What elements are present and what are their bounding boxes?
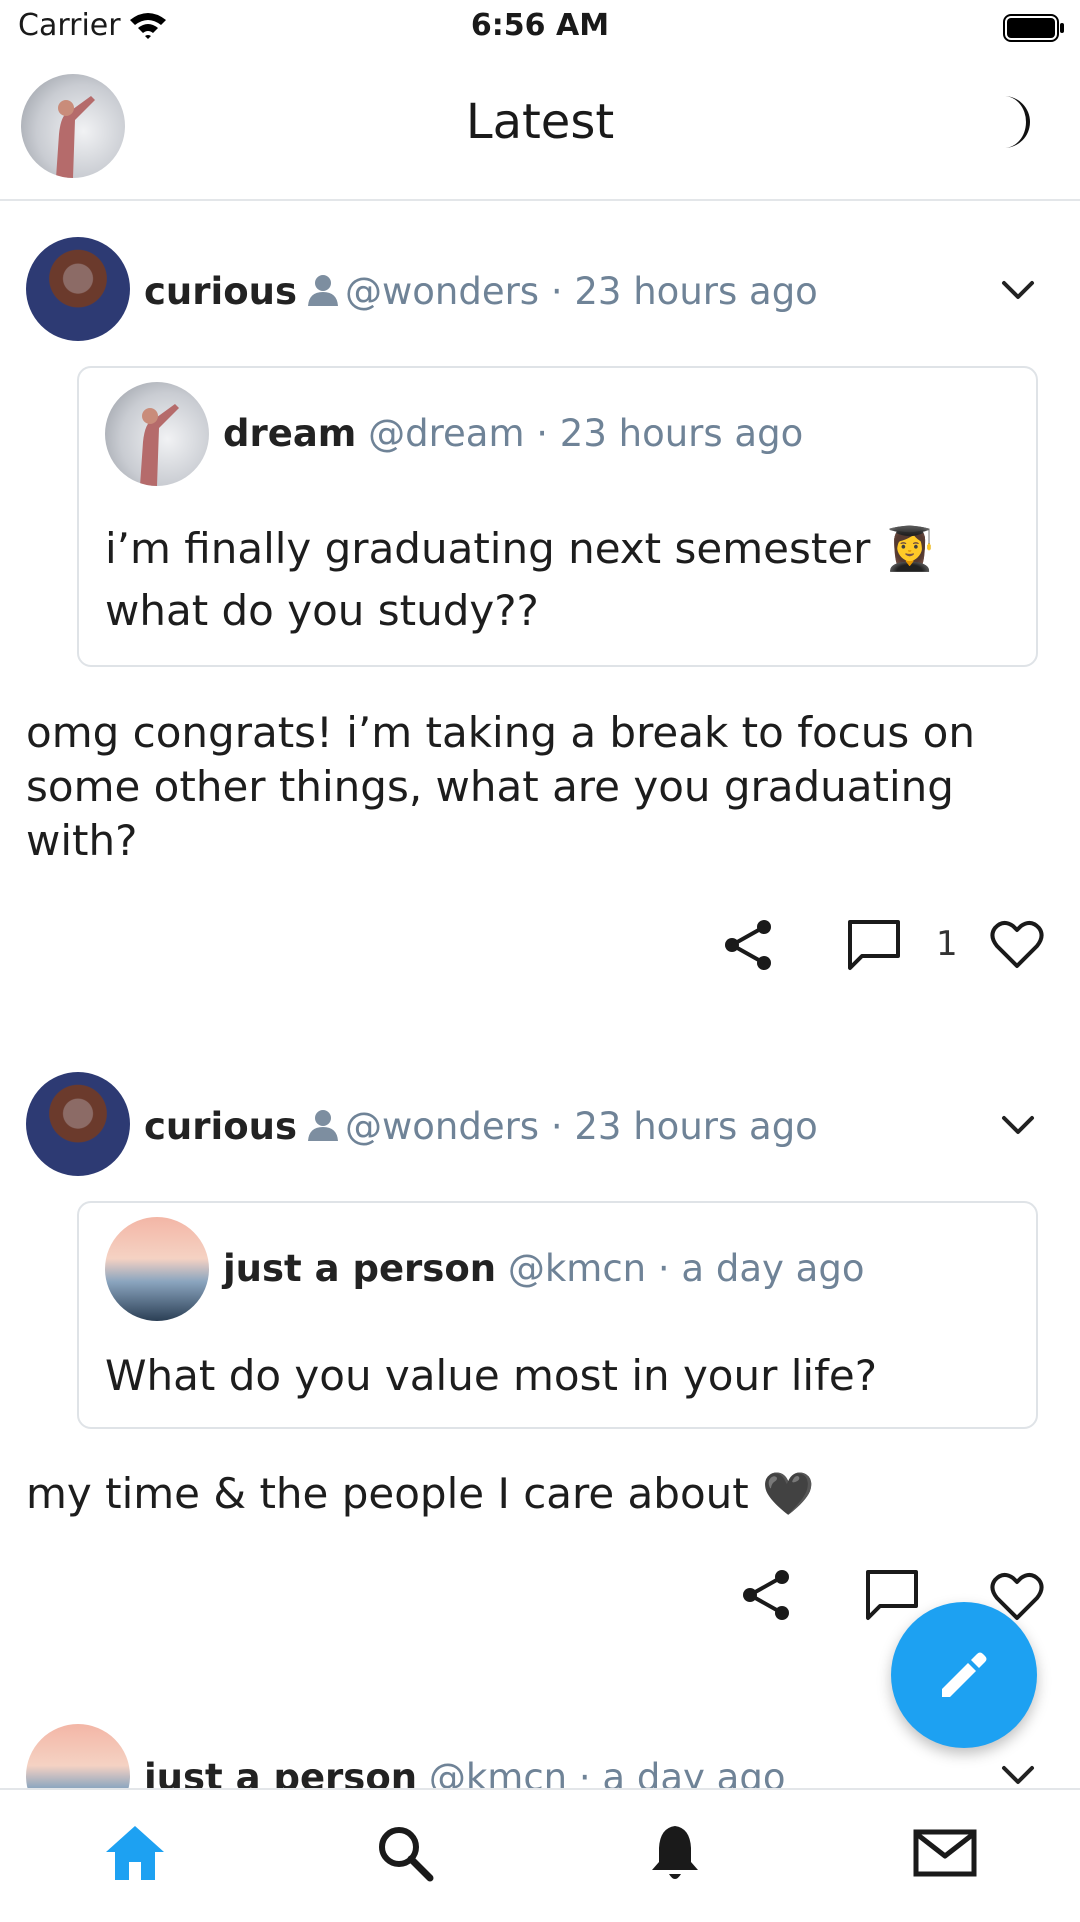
author-name[interactable]: curious xyxy=(144,1105,297,1148)
author-handle: @wonders xyxy=(345,1105,540,1148)
separator: · xyxy=(536,412,549,455)
separator: · xyxy=(657,1247,670,1290)
quoted-post-text: What do you value most in your life? xyxy=(105,1351,877,1400)
chevron-down-icon[interactable] xyxy=(998,275,1038,305)
chevron-down-icon[interactable] xyxy=(998,1110,1038,1140)
share-icon[interactable] xyxy=(740,1568,794,1622)
author-avatar[interactable] xyxy=(26,237,130,341)
post-time: 23 hours ago xyxy=(574,270,818,313)
separator: · xyxy=(550,270,563,313)
author-handle: @wonders xyxy=(345,270,540,313)
person-icon xyxy=(308,275,338,306)
separator: · xyxy=(550,1105,563,1148)
post-time: 23 hours ago xyxy=(574,1105,818,1148)
quoted-author-handle: @kmcn xyxy=(507,1247,647,1290)
avatar-photo xyxy=(140,404,179,486)
quoted-author-avatar xyxy=(105,382,209,486)
compose-button[interactable] xyxy=(891,1602,1037,1748)
comment-icon[interactable] xyxy=(846,918,902,972)
comment-icon[interactable] xyxy=(864,1568,920,1622)
home-icon[interactable] xyxy=(100,1818,170,1888)
quoted-post-time: a day ago xyxy=(681,1247,865,1290)
share-icon[interactable] xyxy=(722,918,776,972)
author-name[interactable]: curious xyxy=(144,270,297,313)
pencil-icon xyxy=(942,1652,987,1697)
status-time: 6:56 AM xyxy=(470,8,610,43)
quoted-author-name: dream xyxy=(223,412,357,455)
mail-icon[interactable] xyxy=(910,1818,980,1888)
battery-icon xyxy=(1003,14,1064,42)
chevron-down-icon[interactable] xyxy=(998,1760,1038,1790)
post-text: omg congrats! i’m taking a break to focu… xyxy=(26,708,975,865)
quoted-post-text: i’m finally graduating next semester 👩‍🎓… xyxy=(105,524,937,635)
quoted-post-header: dream @dream · 23 hours ago xyxy=(223,412,803,455)
post-text: my time & the people I care about 🖤 xyxy=(26,1469,815,1518)
search-icon[interactable] xyxy=(370,1818,440,1888)
quoted-author-handle: @dream xyxy=(368,412,525,455)
quoted-post-time: 23 hours ago xyxy=(559,412,804,455)
quoted-post[interactable]: just a person @kmcn · a day ago What do … xyxy=(77,1201,1038,1429)
person-icon xyxy=(308,1110,338,1141)
post-header: curious @wonders · 23 hours ago xyxy=(144,270,818,330)
page-title: Latest xyxy=(465,94,615,150)
bottom-tab-bar xyxy=(0,1788,1080,1922)
quoted-author-avatar xyxy=(105,1217,209,1321)
theme-toggle-button[interactable] xyxy=(990,94,1040,150)
top-bar: Latest xyxy=(0,54,1080,201)
quoted-post-header: just a person @kmcn · a day ago xyxy=(223,1247,864,1290)
heart-icon[interactable] xyxy=(989,918,1045,970)
post-header: curious @wonders · 23 hours ago xyxy=(144,1105,818,1165)
comment-count: 1 xyxy=(936,924,958,964)
moon-icon xyxy=(1004,96,1030,148)
author-avatar[interactable] xyxy=(26,1072,130,1176)
status-bar: Carrier 6:56 AM xyxy=(0,0,1080,54)
quoted-post[interactable]: dream @dream · 23 hours ago i’m finally … xyxy=(77,366,1038,667)
bell-icon[interactable] xyxy=(640,1818,710,1888)
quoted-author-name: just a person xyxy=(223,1247,497,1290)
